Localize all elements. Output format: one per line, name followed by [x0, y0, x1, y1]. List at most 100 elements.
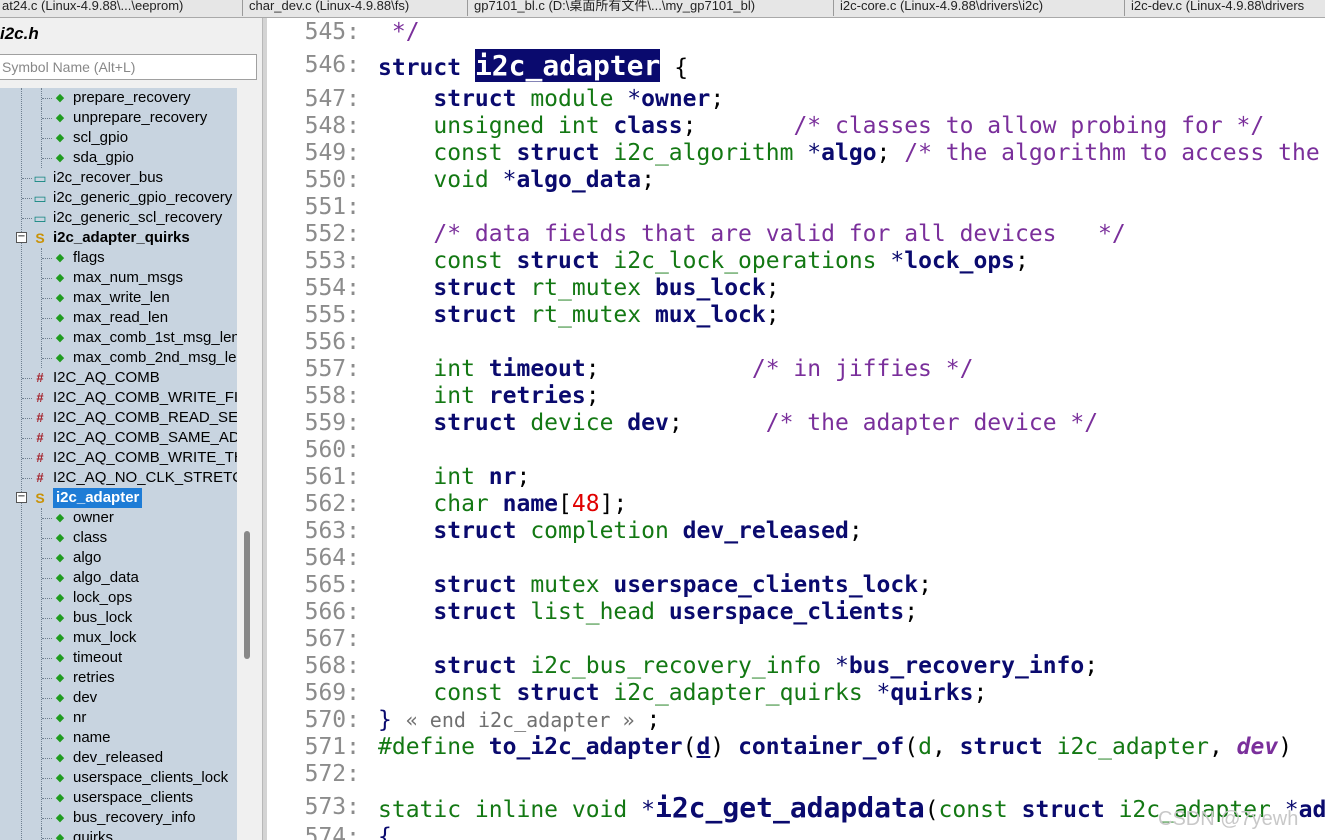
symbol-tree-item[interactable]: # I2C_AQ_COMB_WRITE_FIRST [0, 388, 237, 408]
symbol-tree-item[interactable]: ◆ dev_released [0, 748, 237, 768]
symbol-tree-item[interactable]: ◆ owner [0, 508, 237, 528]
code-line[interactable]: 562: char name[48]; [267, 491, 1325, 518]
symbol-tree-item[interactable]: # I2C_AQ_COMB_SAME_ADDR [0, 428, 237, 448]
symbol-tree-item-label: max_comb_1st_msg_len [73, 329, 237, 346]
code-token: d [696, 734, 711, 760]
code-line[interactable]: 557: int timeout; /* in jiffies */ [267, 356, 1325, 383]
file-tab[interactable]: char_dev.c (Linux-4.9.88\fs) [243, 0, 468, 16]
code-line[interactable]: 569: const struct i2c_adapter_quirks *qu… [267, 680, 1325, 707]
file-tab[interactable]: gp7101_bl.c (D:\桌面所有文件\...\my_gp7101_bl) [468, 0, 834, 16]
symbol-tree-item[interactable]: ◆ bus_lock [0, 608, 237, 628]
code-line[interactable]: 548: unsigned int class; /* classes to a… [267, 113, 1325, 140]
code-token: mux_lock [654, 302, 766, 328]
symbol-tree-item[interactable]: ◆ class [0, 528, 237, 548]
code-line[interactable]: 546: struct i2c_adapter { [267, 49, 1325, 82]
code-line[interactable]: 553: const struct i2c_lock_operations *l… [267, 248, 1325, 275]
tree-branch-line [42, 118, 52, 119]
code-line[interactable]: 559: struct device dev; /* the adapter d… [267, 410, 1325, 437]
code-line[interactable]: 566: struct list_head userspace_clients; [267, 599, 1325, 626]
symbol-tree-item[interactable]: ◆ retries [0, 668, 237, 688]
symbol-tree-item[interactable]: ◆ max_comb_1st_msg_len [0, 328, 237, 348]
tree-branch-line [42, 518, 52, 519]
tree-branch-line [42, 358, 52, 359]
code-line[interactable]: 572: [267, 761, 1325, 788]
code-token: void [378, 167, 503, 193]
code-line[interactable]: 567: [267, 626, 1325, 653]
code-line[interactable]: 558: int retries; [267, 383, 1325, 410]
symbol-tree-item[interactable]: # I2C_AQ_COMB_WRITE_THEN_READ [0, 448, 237, 468]
symbol-tree-item[interactable]: ▭ i2c_generic_scl_recovery [0, 208, 237, 228]
symbol-tree-item[interactable]: ▭ i2c_generic_gpio_recovery [0, 188, 237, 208]
symbol-tree-item[interactable]: # I2C_AQ_NO_CLK_STRETCH [0, 468, 237, 488]
code-text: char name[48]; [378, 491, 627, 518]
symbol-tree-item[interactable]: ◆ nr [0, 708, 237, 728]
tree-branch-line [42, 678, 52, 679]
code-token: { [378, 824, 392, 840]
symbol-tree-item[interactable]: ◆ max_read_len [0, 308, 237, 328]
symbol-tree-item[interactable]: ◆ sda_gpio [0, 148, 237, 168]
symbol-tree-item[interactable]: − Si2c_adapter [0, 488, 237, 508]
code-line[interactable]: 561: int nr; [267, 464, 1325, 491]
code-token: ; [682, 113, 794, 139]
symbol-tree-item[interactable]: ◆ lock_ops [0, 588, 237, 608]
line-number: 554: [304, 275, 360, 301]
code-line[interactable]: 551: [267, 194, 1325, 221]
symbol-tree-item[interactable]: ◆ unprepare_recovery [0, 108, 237, 128]
code-line[interactable]: 556: [267, 329, 1325, 356]
symbol-tree-item[interactable]: ◆ max_comb_2nd_msg_len [0, 348, 237, 368]
symbol-tree-item[interactable]: ◆ scl_gpio [0, 128, 237, 148]
code-token: rt_mutex [530, 302, 655, 328]
symbol-tree-scrollbar[interactable] [237, 88, 262, 840]
file-tab[interactable]: i2c-dev.c (Linux-4.9.88\drivers [1125, 0, 1325, 16]
symbol-tree-item[interactable]: ◆ userspace_clients_lock [0, 768, 237, 788]
symbol-tree-item[interactable]: ◆ userspace_clients [0, 788, 237, 808]
symbol-tree-item[interactable]: ◆ max_write_len [0, 288, 237, 308]
symbol-tree-item-label: i2c_generic_gpio_recovery [53, 189, 233, 206]
code-line[interactable]: 549: const struct i2c_algorithm *algo; /… [267, 140, 1325, 167]
symbol-tree-item-label: sda_gpio [73, 149, 134, 166]
line-number: 572: [304, 761, 360, 787]
symbol-tree-item-label: i2c_adapter [53, 488, 143, 508]
code-line[interactable]: 563: struct completion dev_released; [267, 518, 1325, 545]
collapse-toggle-icon[interactable]: − [16, 232, 27, 243]
symbol-tree-item[interactable]: ◆ flags [0, 248, 237, 268]
code-line[interactable]: 571: #define to_i2c_adapter(d) container_… [267, 734, 1325, 761]
code-line[interactable]: 547: struct module *owner; [267, 86, 1325, 113]
code-line[interactable]: 564: [267, 545, 1325, 572]
code-line[interactable]: 570:} « end i2c_adapter » ; [267, 707, 1325, 734]
symbol-tree-item[interactable]: ◆ bus_recovery_info [0, 808, 237, 828]
file-tab[interactable]: i2c-core.c (Linux-4.9.88\drivers\i2c) [834, 0, 1125, 16]
symbol-tree-item[interactable]: − Si2c_adapter_quirks [0, 228, 237, 248]
symbol-search-input[interactable] [0, 54, 257, 80]
symbol-tree-item[interactable]: # I2C_AQ_COMB [0, 368, 237, 388]
symbol-tree-item[interactable]: ◆ mux_lock [0, 628, 237, 648]
symbol-tree-item[interactable]: ◆ name [0, 728, 237, 748]
tree-branch-line [22, 478, 32, 479]
symbol-tree-item[interactable]: ◆ algo [0, 548, 237, 568]
symbol-tree-item[interactable]: ◆ max_num_msgs [0, 268, 237, 288]
code-line[interactable]: 565: struct mutex userspace_clients_lock… [267, 572, 1325, 599]
code-editor[interactable]: 545: */ 546: struct i2c_adapter { 547: stru… [267, 18, 1325, 840]
file-tab[interactable]: at24.c (Linux-4.9.88\...\eeprom) [0, 0, 243, 16]
code-line[interactable]: 545: */ [267, 19, 1325, 46]
symbol-tree-item[interactable]: # I2C_AQ_COMB_READ_SECOND [0, 408, 237, 428]
scrollbar-thumb[interactable] [244, 531, 250, 659]
code-line[interactable]: 555: struct rt_mutex mux_lock; [267, 302, 1325, 329]
symbol-tree-item[interactable]: ▭ i2c_recover_bus [0, 168, 237, 188]
collapse-toggle-icon[interactable]: − [16, 492, 27, 503]
code-line[interactable]: 552: /* data fields that are valid for a… [267, 221, 1325, 248]
tree-branch-line [42, 258, 52, 259]
code-line[interactable]: 568: struct i2c_bus_recovery_info *bus_r… [267, 653, 1325, 680]
code-line[interactable]: 550: void *algo_data; [267, 167, 1325, 194]
symbol-tree-item[interactable]: ◆ quirks [0, 828, 237, 840]
line-number: 553: [304, 248, 360, 274]
code-token: « end i2c_adapter » [405, 708, 647, 732]
symbol-tree-item[interactable]: ◆ prepare_recovery [0, 88, 237, 108]
symbol-tree-item[interactable]: ◆ dev [0, 688, 237, 708]
symbol-tree-item-label: flags [73, 249, 105, 266]
code-line[interactable]: 554: struct rt_mutex bus_lock; [267, 275, 1325, 302]
tree-branch-line [22, 418, 32, 419]
code-line[interactable]: 560: [267, 437, 1325, 464]
symbol-tree-item[interactable]: ◆ timeout [0, 648, 237, 668]
symbol-tree-item[interactable]: ◆ algo_data [0, 568, 237, 588]
